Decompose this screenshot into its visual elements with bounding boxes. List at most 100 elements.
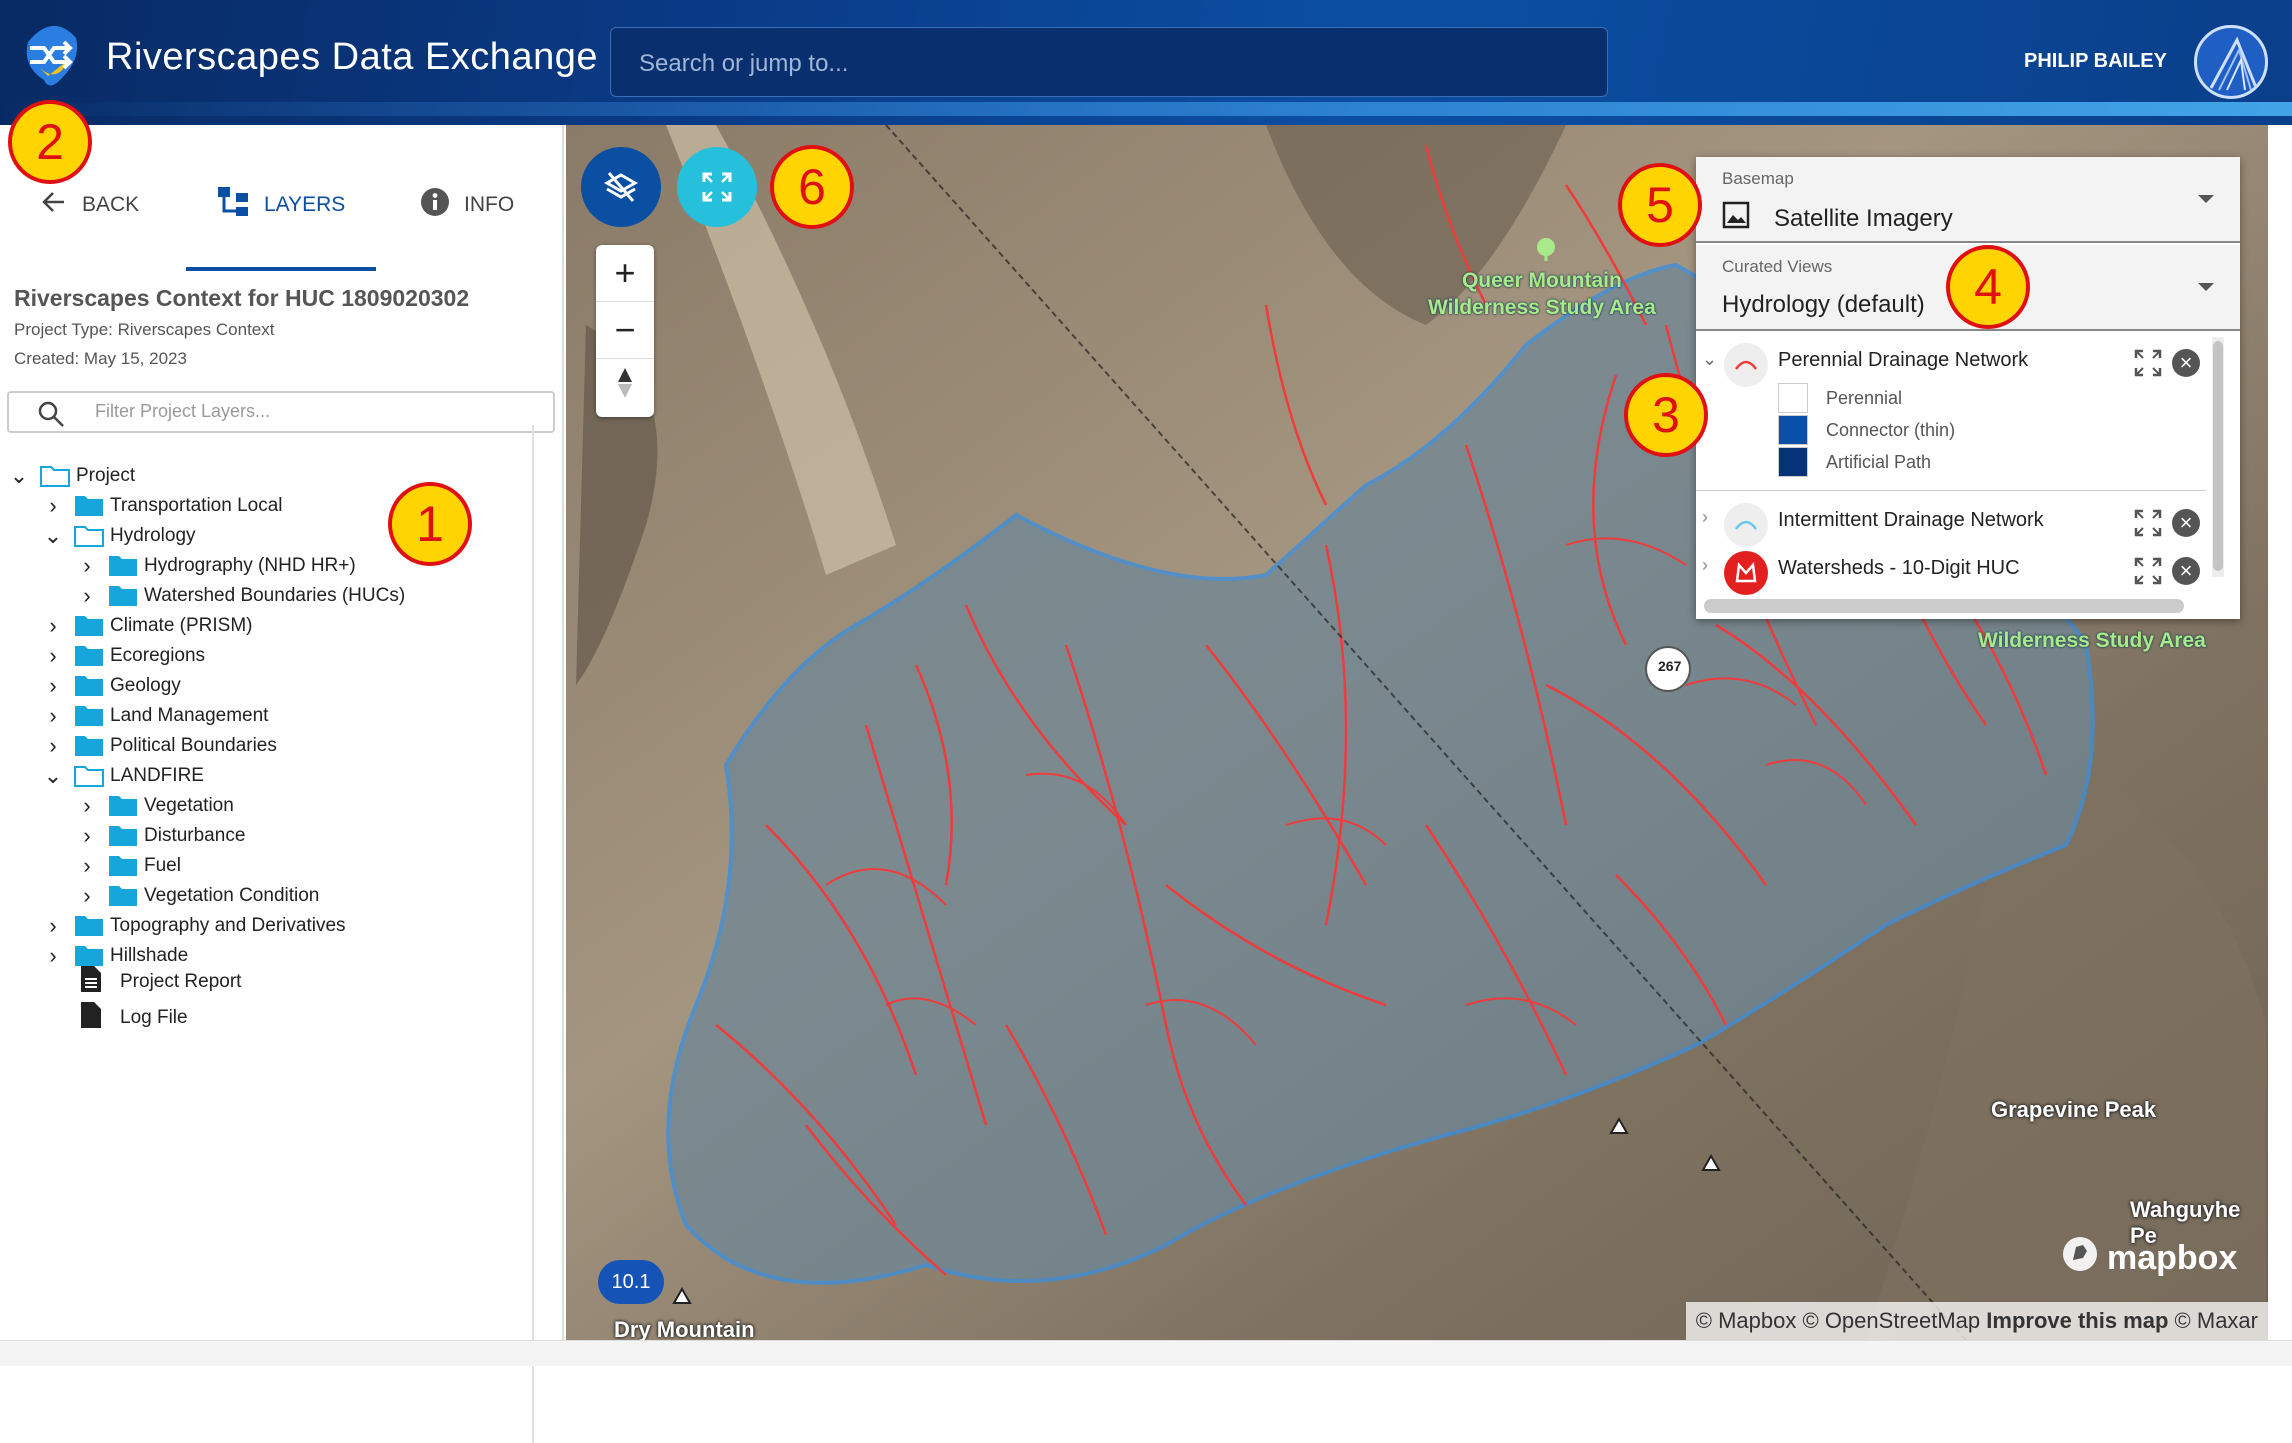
filter-layers-input[interactable]: Filter Project Layers... <box>7 391 555 433</box>
map-canvas[interactable]: 267 Queer Mountain Wilderness Study Area… <box>566 125 2268 1340</box>
app-logo-icon[interactable] <box>18 20 88 92</box>
chevron-right-icon[interactable]: › <box>42 943 64 969</box>
back-button[interactable]: BACK <box>40 185 139 225</box>
tree-item-project-report[interactable]: Project Report <box>80 966 242 996</box>
tree-item-project[interactable]: ⌄ Project <box>8 462 135 490</box>
zoom-in-button[interactable]: + <box>596 245 654 302</box>
tree-item-label: Project <box>76 465 136 486</box>
bottom-bar <box>0 1340 2292 1366</box>
project-created-date: Created: May 15, 2023 <box>14 349 187 368</box>
user-name[interactable]: PHILIP BAILEY <box>2024 50 2167 73</box>
folder-icon <box>108 825 138 847</box>
tree-item-landfire[interactable]: ⌄ LANDFIRE <box>42 762 204 790</box>
folder-icon <box>74 945 104 967</box>
layer-row-intermittent[interactable]: › Intermittent Drainage Network × <box>1696 497 2206 547</box>
app-title[interactable]: Riverscapes Data Exchange <box>106 36 598 79</box>
chevron-down-icon[interactable]: ⌄ <box>8 463 30 489</box>
chevron-down-icon[interactable]: ⌄ <box>42 763 64 789</box>
tab-info[interactable]: INFO <box>420 185 514 225</box>
scrollbar-thumb[interactable] <box>2213 341 2223 571</box>
folder-icon <box>108 855 138 877</box>
tree-item-watershed-boundaries[interactable]: › Watershed Boundaries (HUCs) <box>76 582 405 610</box>
chevron-right-icon[interactable]: › <box>1702 507 1708 528</box>
panel-scrollbar-horizontal[interactable] <box>1704 599 2184 613</box>
tree-item-fuel[interactable]: › Fuel <box>76 852 181 880</box>
zoom-to-layer-icon[interactable] <box>2134 557 2162 585</box>
compass-button[interactable] <box>596 359 654 416</box>
zoom-to-layer-icon[interactable] <box>2134 509 2162 537</box>
chevron-right-icon[interactable]: › <box>42 613 64 639</box>
chevron-right-icon[interactable]: › <box>42 733 64 759</box>
fullscreen-button[interactable] <box>677 147 757 227</box>
improve-map-link[interactable]: Improve this map <box>1986 1308 2168 1333</box>
zoom-to-layer-icon[interactable] <box>2134 349 2162 377</box>
chevron-right-icon[interactable]: › <box>1702 555 1708 576</box>
tree-item-vegetation[interactable]: › Vegetation <box>76 792 233 820</box>
remove-layer-icon[interactable]: × <box>2172 509 2200 537</box>
folder-icon <box>74 705 104 727</box>
chevron-down-icon[interactable]: ⌄ <box>1702 349 1717 370</box>
tree-item-political-boundaries[interactable]: › Political Boundaries <box>42 732 277 760</box>
tree-item-climate[interactable]: › Climate (PRISM) <box>42 612 252 640</box>
tree-item-hydrography[interactable]: › Hydrography (NHD HR+) <box>76 552 355 580</box>
layer-name: Intermittent Drainage Network <box>1778 509 2044 531</box>
remove-layer-icon[interactable]: × <box>2172 349 2200 377</box>
chevron-right-icon[interactable]: › <box>42 673 64 699</box>
chevron-right-icon[interactable]: › <box>42 493 64 519</box>
legend-label: Perennial <box>1826 387 1903 408</box>
attribution-maxar-link[interactable]: © Maxar <box>2175 1308 2258 1333</box>
back-label: BACK <box>82 193 140 216</box>
layers-tree-icon <box>218 187 250 223</box>
layer-row-watersheds[interactable]: › Watersheds - 10-Digit HUC × <box>1696 545 2206 595</box>
mapbox-logo[interactable]: mapbox <box>2061 1235 2237 1282</box>
folder-icon <box>108 585 138 607</box>
chevron-right-icon[interactable]: › <box>42 703 64 729</box>
active-tab-indicator <box>186 267 376 271</box>
chevron-right-icon[interactable]: › <box>76 553 98 579</box>
tree-item-label: Political Boundaries <box>110 735 277 756</box>
folder-icon <box>108 885 138 907</box>
remove-layer-icon[interactable]: × <box>2172 557 2200 585</box>
layer-row-perennial[interactable]: ⌄ Perennial Drainage Network × <box>1696 337 2206 387</box>
chevron-right-icon[interactable]: › <box>76 793 98 819</box>
tree-item-ecoregions[interactable]: › Ecoregions <box>42 642 205 670</box>
folder-icon <box>74 735 104 757</box>
chevron-right-icon[interactable]: › <box>76 583 98 609</box>
attribution-mapbox-link[interactable]: © Mapbox <box>1696 1308 1797 1333</box>
drainage-red-icon <box>1724 343 1768 387</box>
tab-layers[interactable]: LAYERS <box>218 185 345 225</box>
tree-item-vegetation-condition[interactable]: › Vegetation Condition <box>76 882 319 910</box>
chevron-right-icon[interactable]: › <box>42 913 64 939</box>
filter-placeholder: Filter Project Layers... <box>95 401 271 421</box>
tree-scrollbar[interactable] <box>532 425 534 1443</box>
mapbox-wordmark: mapbox <box>2107 1239 2238 1277</box>
tree-item-geology[interactable]: › Geology <box>42 672 181 700</box>
attribution-osm-link[interactable]: © OpenStreetMap <box>1803 1308 1981 1333</box>
tree-item-disturbance[interactable]: › Disturbance <box>76 822 245 850</box>
avatar[interactable] <box>2194 25 2268 99</box>
tree-item-land-management[interactable]: › Land Management <box>42 702 268 730</box>
tree-item-topography[interactable]: › Topography and Derivatives <box>42 912 345 940</box>
panel-scrollbar-vertical[interactable] <box>2212 337 2224 577</box>
folder-open-icon <box>40 465 70 487</box>
layer-name: Perennial Drainage Network <box>1778 349 2029 371</box>
tree-item-label: Geology <box>110 675 181 696</box>
basemap-select[interactable]: Basemap Satellite Imagery <box>1696 157 2240 243</box>
search-input[interactable]: Search or jump to... <box>610 27 1608 97</box>
chevron-right-icon[interactable]: › <box>42 643 64 669</box>
tree-item-hydrology[interactable]: ⌄ Hydrology <box>42 522 196 550</box>
zoom-out-button[interactable]: − <box>596 302 654 359</box>
tree-item-transportation-local[interactable]: › Transportation Local <box>42 492 282 520</box>
chevron-down-icon[interactable]: ⌄ <box>42 523 64 549</box>
chevron-right-icon[interactable]: › <box>76 883 98 909</box>
toggle-layers-button[interactable] <box>581 147 661 227</box>
legend-swatch <box>1778 383 1808 413</box>
chevron-right-icon[interactable]: › <box>76 823 98 849</box>
tree-item-log-file[interactable]: Log File <box>80 1002 188 1032</box>
callout-badge-5: 5 <box>1618 163 1702 247</box>
tree-item-hillshade[interactable]: › Hillshade <box>42 942 188 970</box>
chevron-right-icon[interactable]: › <box>76 853 98 879</box>
tree-item-label: Project Report <box>120 971 242 992</box>
search-icon <box>37 400 65 433</box>
tree-item-label: Ecoregions <box>110 645 206 666</box>
